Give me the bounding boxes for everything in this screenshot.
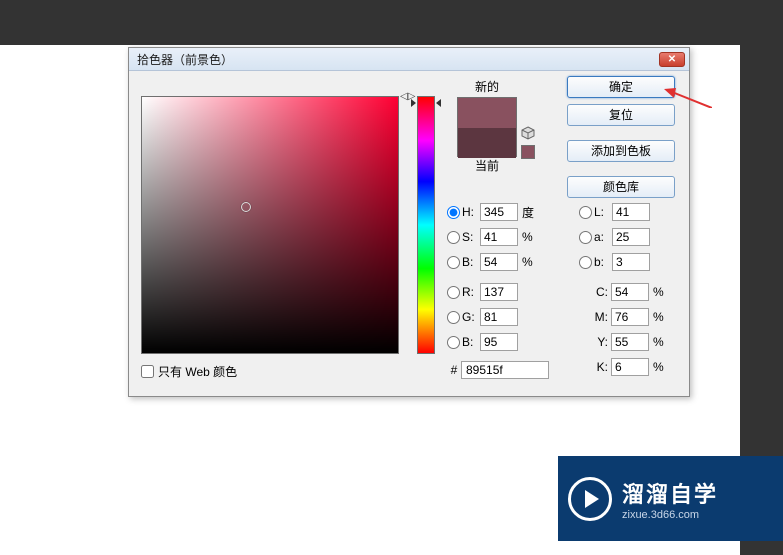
- saturation-value-field[interactable]: [141, 96, 399, 354]
- ok-button[interactable]: 确定: [567, 76, 675, 98]
- color-libraries-button[interactable]: 颜色库: [567, 176, 675, 198]
- label-l: L:: [594, 205, 612, 219]
- button-column: 确定 复位 添加到色板 颜色库: [567, 76, 677, 204]
- radio-g[interactable]: [447, 311, 460, 324]
- input-a[interactable]: [612, 228, 650, 246]
- label-b-rgb: B:: [462, 335, 480, 349]
- radio-l[interactable]: [579, 206, 592, 219]
- g-row: G:: [447, 306, 518, 328]
- unit-m: %: [653, 310, 669, 324]
- input-l[interactable]: [612, 203, 650, 221]
- hex-row: #: [447, 361, 549, 379]
- radio-s[interactable]: [447, 231, 460, 244]
- label-m: M:: [591, 310, 611, 324]
- input-b-lab[interactable]: [612, 253, 650, 271]
- unit-c: %: [653, 285, 669, 299]
- input-c[interactable]: [611, 283, 649, 301]
- unit-y: %: [653, 335, 669, 349]
- web-only-row[interactable]: 只有 Web 颜色: [141, 363, 237, 380]
- label-c: C:: [591, 285, 611, 299]
- web-only-label: 只有 Web 颜色: [158, 363, 237, 380]
- c-row: C: %: [591, 281, 669, 303]
- gamut-safe-swatch[interactable]: [521, 145, 535, 159]
- new-color-swatch[interactable]: [458, 98, 516, 128]
- r-row: R:: [447, 281, 518, 303]
- b-rgb-row: B:: [447, 331, 518, 353]
- hue-row: H: 度: [447, 201, 538, 223]
- label-a: a:: [594, 230, 612, 244]
- input-m[interactable]: [611, 308, 649, 326]
- brand-url: zixue.3d66.com: [622, 509, 718, 521]
- input-s[interactable]: [480, 228, 518, 246]
- label-g: G:: [462, 310, 480, 324]
- label-b-hsb: B:: [462, 255, 480, 269]
- label-h: H:: [462, 205, 480, 219]
- brand-watermark: 溜溜自学 zixue.3d66.com: [558, 456, 783, 541]
- color-preview: 新的 当前: [447, 78, 527, 176]
- input-h[interactable]: [480, 203, 518, 221]
- dialog-title: 拾色器（前景色）: [137, 51, 659, 68]
- label-y: Y:: [591, 335, 611, 349]
- unit-h: 度: [522, 204, 538, 221]
- sv-marker[interactable]: [241, 202, 251, 212]
- hue-slider[interactable]: [417, 96, 435, 354]
- input-b-rgb[interactable]: [480, 333, 518, 351]
- m-row: M: %: [591, 306, 669, 328]
- label-b-lab: b:: [594, 255, 612, 269]
- current-label: 当前: [447, 157, 527, 174]
- add-to-swatches-button[interactable]: 添加到色板: [567, 140, 675, 162]
- radio-b-rgb[interactable]: [447, 336, 460, 349]
- gamut-warning-cube-icon[interactable]: [521, 126, 535, 140]
- app-top-bar: [0, 0, 783, 45]
- radio-h[interactable]: [447, 206, 460, 219]
- input-b-hsb[interactable]: [480, 253, 518, 271]
- hue-marker-right-icon: [436, 99, 441, 107]
- label-s: S:: [462, 230, 480, 244]
- radio-b-hsb[interactable]: [447, 256, 460, 269]
- k-row: K: %: [591, 356, 669, 378]
- l-row: L:: [579, 201, 650, 223]
- unit-b-hsb: %: [522, 255, 538, 269]
- radio-b-lab[interactable]: [579, 256, 592, 269]
- input-k[interactable]: [611, 358, 649, 376]
- web-only-checkbox[interactable]: [141, 365, 154, 378]
- radio-r[interactable]: [447, 286, 460, 299]
- bri-row: B: %: [447, 251, 538, 273]
- label-r: R:: [462, 285, 480, 299]
- current-color-swatch[interactable]: [458, 128, 516, 158]
- color-swatch: [457, 97, 517, 157]
- brand-play-icon: [568, 477, 612, 521]
- dialog-body: ◁▷ 新的 当前 H: 度 S: %: [129, 71, 689, 396]
- input-y[interactable]: [611, 333, 649, 351]
- b-lab-row: b:: [579, 251, 650, 273]
- new-label: 新的: [447, 78, 527, 95]
- a-row: a:: [579, 226, 650, 248]
- color-picker-dialog: 拾色器（前景色） ✕ ◁▷ 新的 当前 H: 度: [128, 47, 690, 397]
- unit-s: %: [522, 230, 538, 244]
- dialog-titlebar[interactable]: 拾色器（前景色） ✕: [129, 48, 689, 71]
- hash-icon: #: [447, 363, 461, 377]
- hue-marker-left-icon: [411, 99, 416, 107]
- input-g[interactable]: [480, 308, 518, 326]
- radio-a[interactable]: [579, 231, 592, 244]
- input-r[interactable]: [480, 283, 518, 301]
- y-row: Y: %: [591, 331, 669, 353]
- sat-row: S: %: [447, 226, 538, 248]
- label-k: K:: [591, 360, 611, 374]
- hex-input[interactable]: [461, 361, 549, 379]
- unit-k: %: [653, 360, 669, 374]
- reset-button[interactable]: 复位: [567, 104, 675, 126]
- dialog-close-button[interactable]: ✕: [659, 52, 685, 67]
- brand-name: 溜溜自学: [622, 477, 718, 509]
